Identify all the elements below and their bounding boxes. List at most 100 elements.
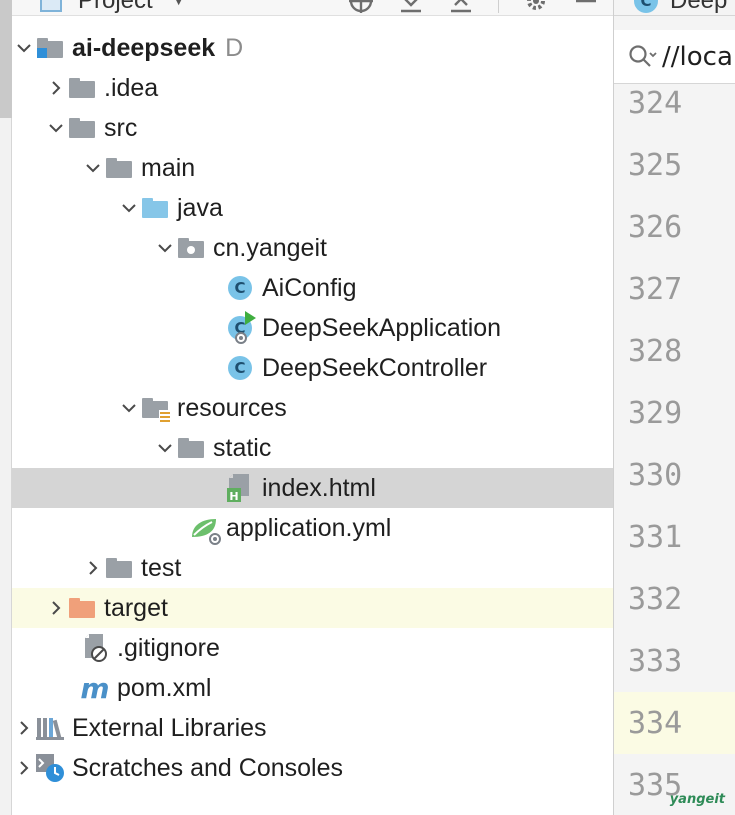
chevron-right-icon[interactable] <box>44 588 68 628</box>
line-number: 329 <box>628 395 683 431</box>
editor-area: C Deep //loca 324 325 326 327 328 329 330 331 33… <box>613 0 735 815</box>
locate-file-icon[interactable] <box>348 0 374 14</box>
folder-icon <box>177 434 205 462</box>
folder-icon <box>105 154 133 182</box>
tree-label: index.html <box>262 473 376 502</box>
chevron-right-icon[interactable] <box>12 748 36 788</box>
line-number: 327 <box>628 271 683 307</box>
line-number: 332 <box>628 581 683 617</box>
source-folder-icon <box>141 194 169 222</box>
find-input[interactable]: //loca <box>662 42 733 72</box>
minimize-icon[interactable] <box>573 0 599 14</box>
project-stripe-tab[interactable] <box>0 0 12 118</box>
tree-label: resources <box>177 393 287 422</box>
tree-row-deepseek-controller[interactable]: C DeepSeekController <box>12 348 613 388</box>
ignore-file-icon <box>81 634 109 662</box>
libraries-icon <box>36 714 64 742</box>
line-number: 333 <box>628 643 683 679</box>
panel-toolbar <box>348 0 599 16</box>
tree-row-resources[interactable]: resources <box>12 388 613 428</box>
chevron-down-icon[interactable] <box>117 188 141 228</box>
tree-label: target <box>104 593 168 622</box>
tree-row-test[interactable]: test <box>12 548 613 588</box>
folder-icon <box>105 554 133 582</box>
line-number: 325 <box>628 147 683 183</box>
chevron-right-icon[interactable] <box>81 548 105 588</box>
line-number: 334 <box>614 692 735 754</box>
line-number: 326 <box>628 209 683 245</box>
tree-label: Scratches and Consoles <box>72 753 343 782</box>
tree-label: AiConfig <box>262 273 357 302</box>
tree-row-package[interactable]: cn.yangeit <box>12 228 613 268</box>
tree-label: External Libraries <box>72 713 267 742</box>
line-number: 331 <box>628 519 683 555</box>
project-tool-window: Project ▼ ai-deepseek D .idea src main j… <box>12 0 613 815</box>
maven-icon: m <box>80 671 110 705</box>
chevron-down-icon[interactable] <box>81 148 105 188</box>
tree-row-src[interactable]: src <box>12 108 613 148</box>
tree-row-java[interactable]: java <box>12 188 613 228</box>
gear-icon[interactable] <box>523 0 549 14</box>
tree-row-deepseek-application[interactable]: C DeepSeekApplication <box>12 308 613 348</box>
scratches-icon <box>36 754 64 782</box>
tree-label: application.yml <box>226 513 392 542</box>
tree-label: ai-deepseek <box>72 33 216 62</box>
tree-row-idea[interactable]: .idea <box>12 68 613 108</box>
html-file-icon: H <box>226 474 254 502</box>
excluded-folder-icon <box>68 594 96 622</box>
folder-icon <box>68 114 96 142</box>
chevron-down-icon[interactable]: ▼ <box>171 0 187 10</box>
chevron-down-icon[interactable] <box>117 388 141 428</box>
editor-tab[interactable]: C Deep <box>614 0 735 16</box>
tree-label: src <box>104 113 138 142</box>
package-icon <box>177 234 205 262</box>
tree-row-application-yml[interactable]: application.yml <box>12 508 613 548</box>
tree-row-index-html[interactable]: H index.html <box>12 468 613 508</box>
module-icon <box>36 34 64 62</box>
project-view-icon <box>40 0 62 12</box>
tree-label: pom.xml <box>117 673 212 702</box>
class-icon: C <box>226 274 254 302</box>
tree-label: cn.yangeit <box>213 233 327 262</box>
chevron-down-icon[interactable] <box>153 228 177 268</box>
tool-window-stripe <box>0 0 12 815</box>
tree-row-external-libraries[interactable]: External Libraries <box>12 708 613 748</box>
svg-text:H: H <box>229 490 238 502</box>
chevron-down-icon[interactable] <box>44 108 68 148</box>
tree-row-target[interactable]: target <box>12 588 613 628</box>
chevron-down-icon[interactable] <box>153 428 177 468</box>
class-icon: C <box>634 0 658 13</box>
tree-label: static <box>213 433 272 462</box>
tree-row-ai-deepseek[interactable]: ai-deepseek D <box>12 28 613 68</box>
module-path-hint: D <box>225 33 244 62</box>
line-number: 328 <box>628 333 683 369</box>
collapse-all-icon[interactable] <box>448 0 474 14</box>
toolbar-separator <box>498 0 499 13</box>
tree-label: .idea <box>104 73 159 102</box>
tree-row-static[interactable]: static <box>12 428 613 468</box>
chevron-down-icon[interactable] <box>12 28 36 68</box>
spring-boot-class-icon: C <box>226 311 256 344</box>
watermark: yangeit <box>669 792 725 807</box>
project-panel-header: Project ▼ <box>12 0 613 16</box>
tree-label: test <box>141 553 182 582</box>
tree-row-scratches-and-consoles[interactable]: Scratches and Consoles <box>12 748 613 788</box>
tree-row-main[interactable]: main <box>12 148 613 188</box>
tree-row-aiconfig[interactable]: C AiConfig <box>12 268 613 308</box>
project-view-title[interactable]: Project <box>78 0 153 15</box>
search-icon[interactable] <box>628 44 657 70</box>
tree-label: .gitignore <box>117 633 220 662</box>
line-number: 324 <box>628 85 683 121</box>
tree-label: DeepSeekApplication <box>262 313 502 342</box>
tree-row-gitignore[interactable]: .gitignore <box>12 628 613 668</box>
class-icon: C <box>226 354 254 382</box>
tree-row-pom-xml[interactable]: m pom.xml <box>12 668 613 708</box>
editor-tab-label: Deep <box>670 0 728 14</box>
tree-label: DeepSeekController <box>262 353 488 382</box>
tree-label: main <box>141 153 196 182</box>
folder-icon <box>68 74 96 102</box>
chevron-right-icon[interactable] <box>44 68 68 108</box>
chevron-right-icon[interactable] <box>12 708 36 748</box>
spring-config-file-icon <box>190 514 221 545</box>
expand-all-icon[interactable] <box>398 0 424 14</box>
